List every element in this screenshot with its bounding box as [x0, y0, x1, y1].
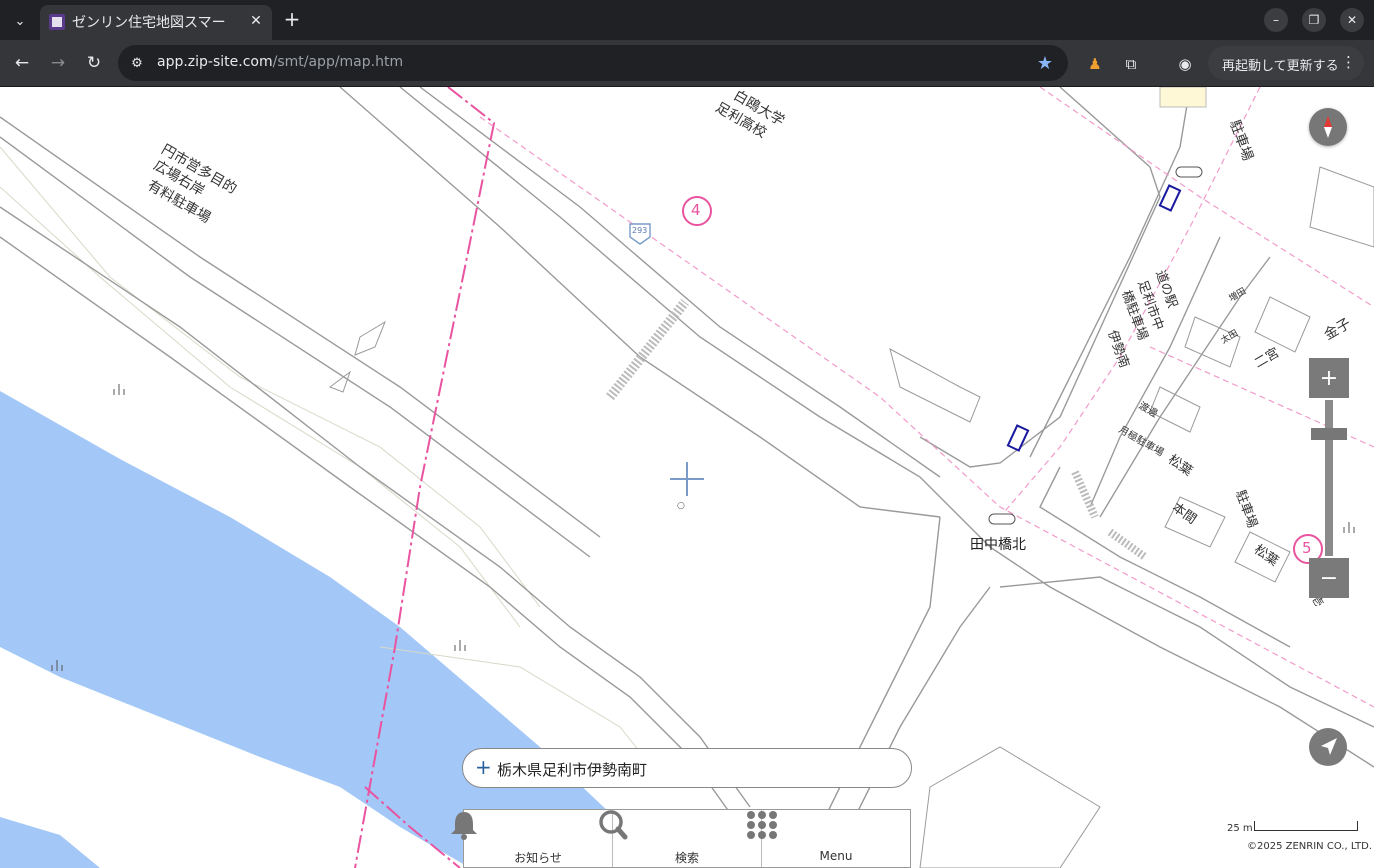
address-bar[interactable]: ⚙ app.zip-site.com/smt/app/map.htm ★ — [118, 45, 1068, 81]
menu-item-notices[interactable]: お知らせ — [451, 810, 613, 867]
navigation-arrow-icon — [1321, 738, 1337, 755]
extensions-puzzle-icon[interactable]: ⧉ — [1119, 52, 1143, 76]
close-tab-icon[interactable]: ✕ — [246, 11, 266, 31]
tab-title: ゼンリン住宅地図スマー — [72, 15, 226, 31]
compass-icon — [1324, 116, 1332, 138]
copyright-text: ©2025 ZENRIN CO., LTD. — [1247, 841, 1372, 852]
menu-item-search[interactable]: 検索 — [599, 810, 762, 867]
map-center-marker-icon: ○ — [677, 501, 685, 511]
menu-item-search-label: 検索 — [674, 851, 699, 865]
current-address-bar[interactable]: + 栃木県足利市伊勢南町 — [462, 748, 912, 788]
more-options-icon[interactable]: ⋮ — [1341, 53, 1356, 71]
minimize-button[interactable]: – — [1264, 8, 1288, 32]
compass-button[interactable] — [1309, 108, 1347, 146]
route-293-label: 293 — [632, 226, 648, 235]
url-text[interactable]: app.zip-site.com/smt/app/map.htm — [157, 54, 403, 70]
bell-icon — [451, 812, 477, 840]
profile-icon[interactable]: ◉ — [1173, 52, 1197, 76]
grid-dots-icon — [747, 811, 777, 839]
site-info-icon[interactable]: ⚙ — [128, 54, 146, 72]
close-window-button[interactable]: ✕ — [1340, 8, 1364, 32]
restore-button[interactable]: ❐ — [1302, 8, 1326, 32]
zoom-slider-track[interactable] — [1325, 400, 1333, 556]
update-button[interactable]: 再起動して更新する ⋮ — [1208, 46, 1364, 80]
url-host: app.zip-site.com — [157, 54, 273, 70]
river-area — [0, 391, 640, 868]
url-path: /smt/app/map.htm — [272, 54, 404, 70]
extension-icon[interactable]: ♟ — [1083, 52, 1107, 76]
current-location-button[interactable] — [1309, 728, 1347, 766]
reload-button[interactable]: ↻ — [81, 50, 107, 76]
menu-item-menu[interactable]: Menu — [747, 810, 910, 867]
browser-toolbar: ← → ↻ ⚙ app.zip-site.com/smt/app/map.htm… — [0, 40, 1374, 87]
browser-tab-bar: ⌄ ゼンリン住宅地図スマー ✕ + – ❐ ✕ — [0, 0, 1374, 40]
intersection-label: 田中橋北 — [970, 537, 1026, 553]
zoom-slider-thumb[interactable] — [1311, 428, 1347, 440]
menu-item-notices-label: お知らせ — [514, 851, 562, 865]
map-canvas[interactable]: 白鴎大学 足利高校 円市営多目的 広場右岸 有料駐車場 駐車場 道の駅 足利市中… — [0, 87, 1374, 868]
forward-button[interactable]: → — [45, 50, 71, 76]
scale-bar — [1254, 821, 1358, 831]
tab-search-button[interactable]: ⌄ — [6, 7, 34, 35]
zoom-in-button[interactable]: + — [1309, 358, 1349, 398]
new-tab-button[interactable]: + — [280, 7, 304, 31]
river-area-lower — [0, 817, 100, 868]
scale-label: 25 m — [1227, 823, 1253, 834]
back-button[interactable]: ← — [9, 50, 35, 76]
route-5-label: 5 — [1302, 539, 1312, 557]
zoom-out-button[interactable]: − — [1309, 558, 1349, 598]
magnifier-icon — [599, 810, 628, 840]
address-plus-icon[interactable]: + — [475, 756, 492, 778]
menu-item-menu-label: Menu — [819, 849, 853, 863]
browser-tab[interactable]: ゼンリン住宅地図スマー ✕ — [40, 5, 272, 40]
route-4-label: 4 — [691, 201, 701, 219]
map-center-crosshair — [670, 462, 704, 496]
current-address-text: 栃木県足利市伊勢南町 — [497, 761, 648, 779]
bookmark-star-icon[interactable]: ★ — [1034, 52, 1056, 74]
site-favicon-icon — [49, 14, 65, 30]
update-button-label: 再起動して更新する — [1222, 59, 1339, 74]
bottom-menu: お知らせ 検索 Menu — [451, 809, 911, 868]
